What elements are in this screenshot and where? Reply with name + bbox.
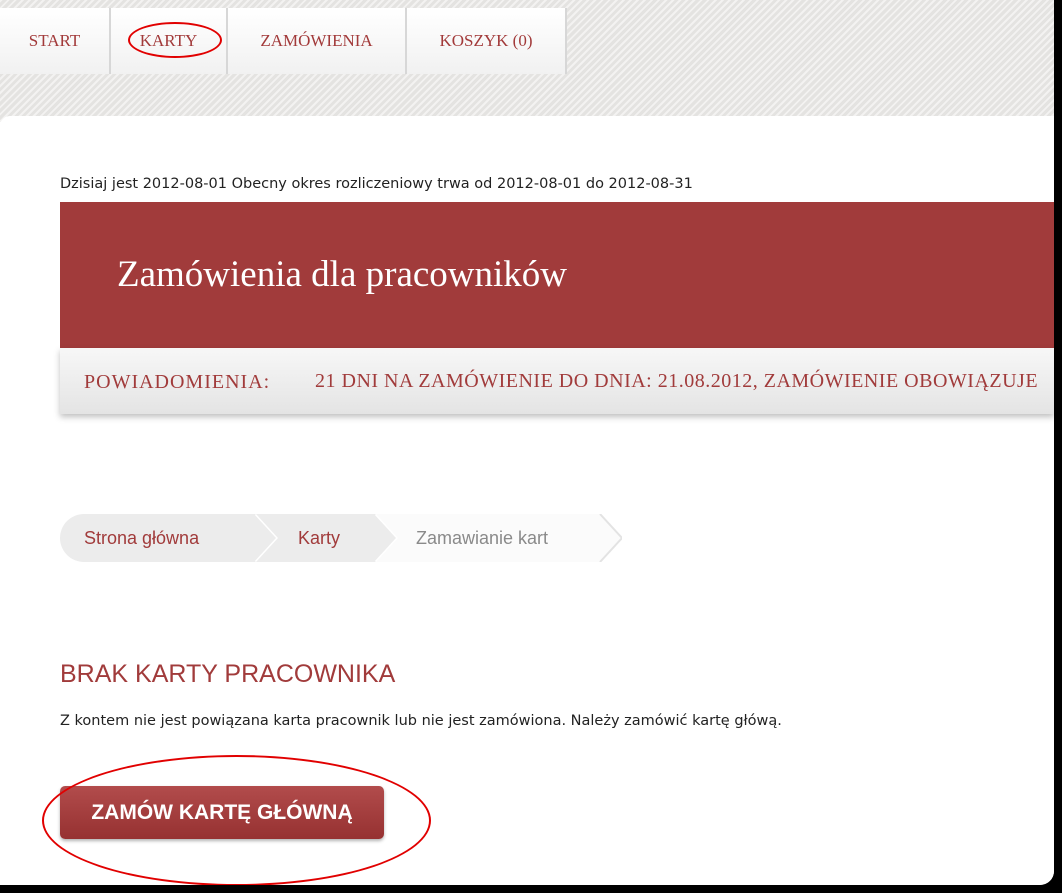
nav-tab-start[interactable]: START [0, 8, 111, 74]
section-title: BRAK KARTY PRACOWNIKA [60, 660, 396, 688]
highlight-annotation-circle [127, 22, 222, 58]
nav-tab-zamowienia[interactable]: ZAMÓWIENIA [228, 8, 407, 74]
nav-tab-koszyk[interactable]: KOSZYK (0) [407, 8, 567, 74]
breadcrumb-item-karty-label: Karty [298, 527, 341, 548]
notifications-bar: POWIADOMIENIA: 21 DNI NA ZAMÓWIENIE DO D… [60, 348, 1054, 414]
nav-tab-karty[interactable]: KARTY [111, 8, 228, 74]
notifications-text: 21 DNI NA ZAMÓWIENIE DO DNIA: 21.08.2012… [315, 370, 1039, 392]
breadcrumb-item-home[interactable]: Strona główna [60, 514, 278, 562]
breadcrumb-item-current-label: Zamawianie kart [416, 527, 549, 548]
main-nav: START KARTY ZAMÓWIENIA KOSZYK (0) [0, 8, 567, 74]
notifications-label: POWIADOMIENIA: [84, 371, 271, 393]
page-header-banner: Zamówienia dla pracowników [60, 202, 1054, 348]
breadcrumb-item-current: Zamawianie kart [376, 514, 622, 562]
nav-tab-karty-label-wrap: KARTY [127, 22, 222, 58]
billing-period-info: Dzisiaj jest 2012-08-01 Obecny okres roz… [60, 176, 693, 192]
breadcrumb-item-home-label: Strona główna [84, 527, 200, 548]
page-title: Zamówienia dla pracowników [117, 254, 568, 295]
order-main-card-button-label: ZAMÓW KARTĘ GŁÓWNĄ [91, 800, 353, 824]
nav-tab-start-label: START [28, 31, 81, 50]
order-main-card-button[interactable]: ZAMÓW KARTĘ GŁÓWNĄ [60, 786, 384, 839]
breadcrumb-end-edge-icon [599, 514, 622, 562]
app-window: START KARTY ZAMÓWIENIA KOSZYK (0) Dzisia… [0, 0, 1054, 885]
section-description: Z kontem nie jest powiązana karta pracow… [60, 713, 782, 729]
nav-tab-zamowienia-label: ZAMÓWIENIA [260, 31, 373, 50]
nav-tab-koszyk-label: KOSZYK (0) [439, 31, 533, 50]
top-navigation-bar: START KARTY ZAMÓWIENIA KOSZYK (0) [0, 0, 1054, 122]
